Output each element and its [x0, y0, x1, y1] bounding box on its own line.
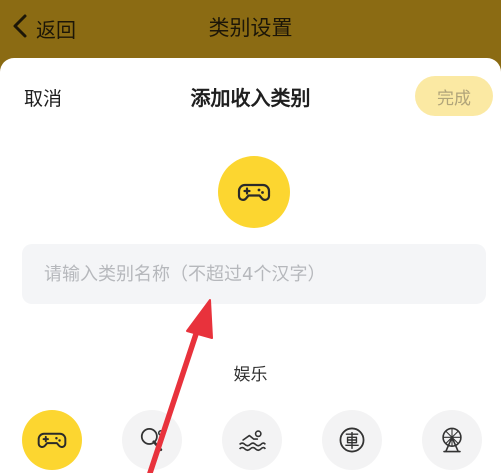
icon-grid: [0, 410, 501, 473]
swimming-icon: [238, 430, 266, 452]
icon-option-swimming[interactable]: [222, 410, 282, 470]
gamepad-icon: [37, 432, 67, 448]
done-button[interactable]: 完成: [415, 76, 493, 116]
icon-option-ferris-wheel[interactable]: [422, 410, 482, 470]
car-character-icon: [339, 427, 365, 453]
category-name-input[interactable]: [22, 244, 486, 304]
table-tennis-icon: [140, 428, 164, 452]
section-label: 娱乐: [233, 365, 268, 385]
add-category-sheet: 取消 添加收入类别 完成 娱乐: [0, 58, 501, 473]
icon-option-gamepad[interactable]: [22, 410, 82, 470]
selected-category-icon: [218, 156, 290, 228]
page-title: 类别设置: [208, 16, 293, 40]
gamepad-icon: [237, 183, 271, 201]
icon-option-table-tennis[interactable]: [122, 410, 182, 470]
icon-option-car-character[interactable]: [322, 410, 382, 470]
navbar: 返回 类别设置: [0, 0, 501, 60]
ferris-wheel-icon: [442, 427, 462, 453]
